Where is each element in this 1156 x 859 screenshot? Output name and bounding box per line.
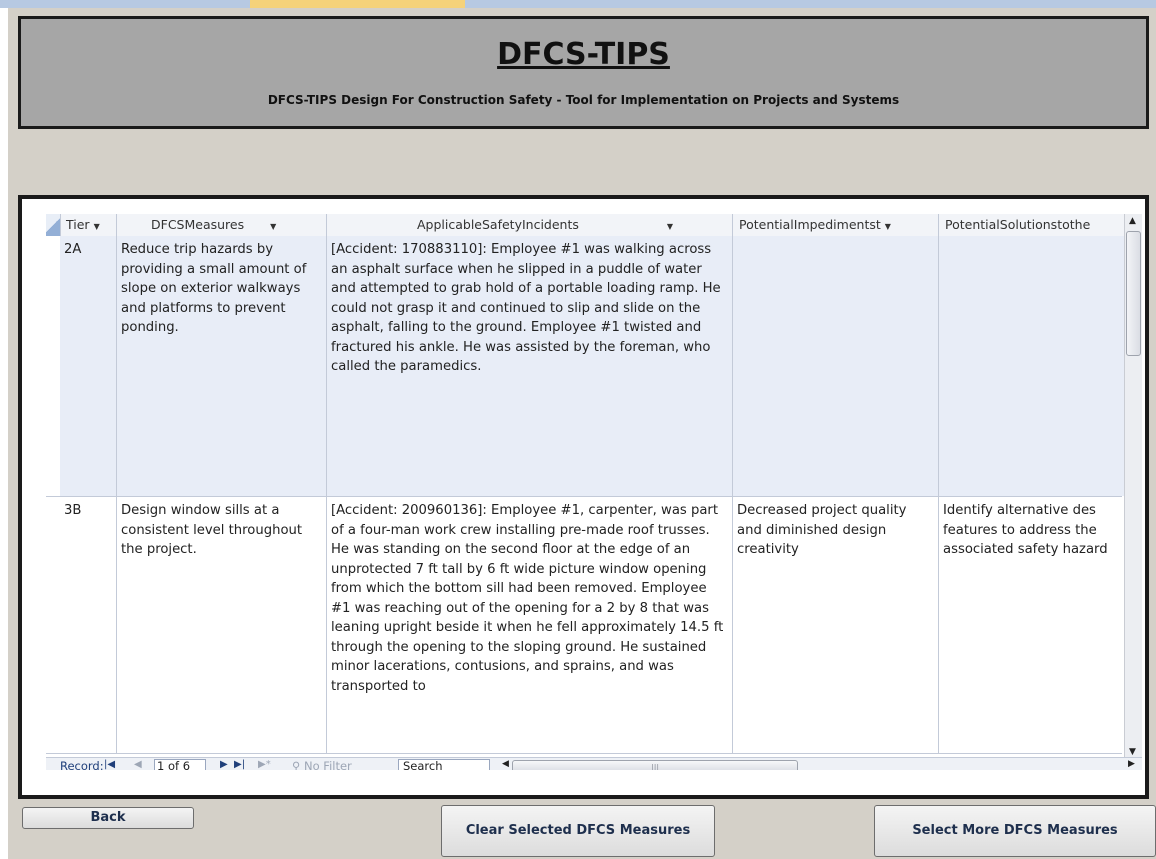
datasheet-grid: Tier ▼ DFCSMeasures ▼ ApplicableSafetyInci… <box>46 214 1142 770</box>
column-header-tier[interactable]: Tier ▼ <box>60 214 117 236</box>
table-row[interactable]: 3B Design window sills at a consistent l… <box>46 497 1124 754</box>
page-subtitle: DFCS-TIPS Design For Construction Safety… <box>267 93 900 107</box>
search-input[interactable]: Search <box>398 759 490 770</box>
vertical-scrollbar[interactable]: ▲ ▼ <box>1124 214 1142 757</box>
record-navigation-bar: Record: |◀ ◀ 1 of 6 ▶ ▶| ▶* ⚲ No Filter … <box>46 757 1142 770</box>
back-button[interactable]: Back <box>22 807 194 829</box>
table-row[interactable]: 2A Reduce trip hazards by providing a sm… <box>46 236 1124 497</box>
column-header-row: Tier ▼ DFCSMeasures ▼ ApplicableSafetyInci… <box>46 214 1142 237</box>
cell-potential-solutions[interactable]: Identify alternative des features to add… <box>939 497 1124 753</box>
record-label: Record: <box>60 759 104 770</box>
sort-arrow-icon[interactable]: ▼ <box>94 222 100 231</box>
previous-record-icon[interactable]: ◀ <box>134 759 142 770</box>
row-selector[interactable] <box>46 497 61 753</box>
scroll-up-arrow-icon[interactable]: ▲ <box>1129 216 1136 226</box>
select-all-corner[interactable] <box>46 214 61 236</box>
cell-tier[interactable]: 3B <box>60 497 117 753</box>
sort-arrow-icon[interactable]: ▼ <box>270 222 276 231</box>
sort-arrow-icon[interactable]: ▼ <box>667 222 673 231</box>
cell-applicable-incident[interactable]: [Accident: 170883110]: Employee #1 was w… <box>327 236 733 496</box>
select-more-measures-button[interactable]: Select More DFCS Measures <box>874 805 1156 857</box>
column-header-potential-solutions[interactable]: PotentialSolutionstothe <box>939 214 1124 236</box>
no-filter-toggle[interactable]: No Filter <box>304 759 352 770</box>
new-record-icon[interactable]: ▶* <box>258 759 271 770</box>
column-header-potential-impediments[interactable]: PotentialImpedimentst ▼ <box>733 214 939 236</box>
cell-applicable-incident[interactable]: [Accident: 200960136]: Employee #1, carp… <box>327 497 733 753</box>
sort-arrow-icon[interactable]: ▼ <box>885 222 891 231</box>
first-record-icon[interactable]: |◀ <box>104 759 115 770</box>
grip-icon: ||| <box>651 763 660 770</box>
record-number-field[interactable]: 1 of 6 <box>154 759 206 770</box>
vertical-scroll-thumb[interactable] <box>1126 231 1141 356</box>
clear-selected-measures-button[interactable]: Clear Selected DFCS Measures <box>441 805 715 857</box>
active-tab-accent <box>250 0 465 8</box>
column-header-applicable-safety-incidents[interactable]: ApplicableSafetyIncidents ▼ <box>327 214 733 236</box>
filter-icon[interactable]: ⚲ <box>292 759 300 770</box>
page-title: DFCS-TIPS <box>497 37 670 72</box>
datasheet-panel: Tier ▼ DFCSMeasures ▼ ApplicableSafetyInci… <box>18 195 1149 799</box>
scroll-left-arrow-icon[interactable]: ◀ <box>502 759 509 769</box>
cell-potential-solutions[interactable] <box>939 236 1124 496</box>
next-record-icon[interactable]: ▶ <box>220 759 228 770</box>
horizontal-scroll-thumb[interactable]: ||| <box>512 760 798 770</box>
cell-tier[interactable]: 2A <box>60 236 117 496</box>
last-record-icon[interactable]: ▶| <box>234 759 245 770</box>
column-header-dfcs-measures[interactable]: DFCSMeasures ▼ <box>117 214 327 236</box>
header-panel: DFCS-TIPS DFCS-TIPS Design For Construct… <box>18 16 1149 129</box>
window-top-bar <box>0 0 1156 8</box>
cell-dfcs-measure[interactable]: Reduce trip hazards by providing a small… <box>117 236 327 496</box>
scroll-down-arrow-icon[interactable]: ▼ <box>1129 747 1136 757</box>
window-left-border <box>0 8 8 859</box>
cell-potential-impediments[interactable] <box>733 236 939 496</box>
cell-potential-impediments[interactable]: Decreased project quality and diminished… <box>733 497 939 753</box>
row-selector[interactable] <box>46 236 61 496</box>
cell-dfcs-measure[interactable]: Design window sills at a consistent leve… <box>117 497 327 753</box>
scroll-right-arrow-icon[interactable]: ▶ <box>1128 759 1135 769</box>
horizontal-scrollbar[interactable]: ||| <box>512 760 1124 770</box>
